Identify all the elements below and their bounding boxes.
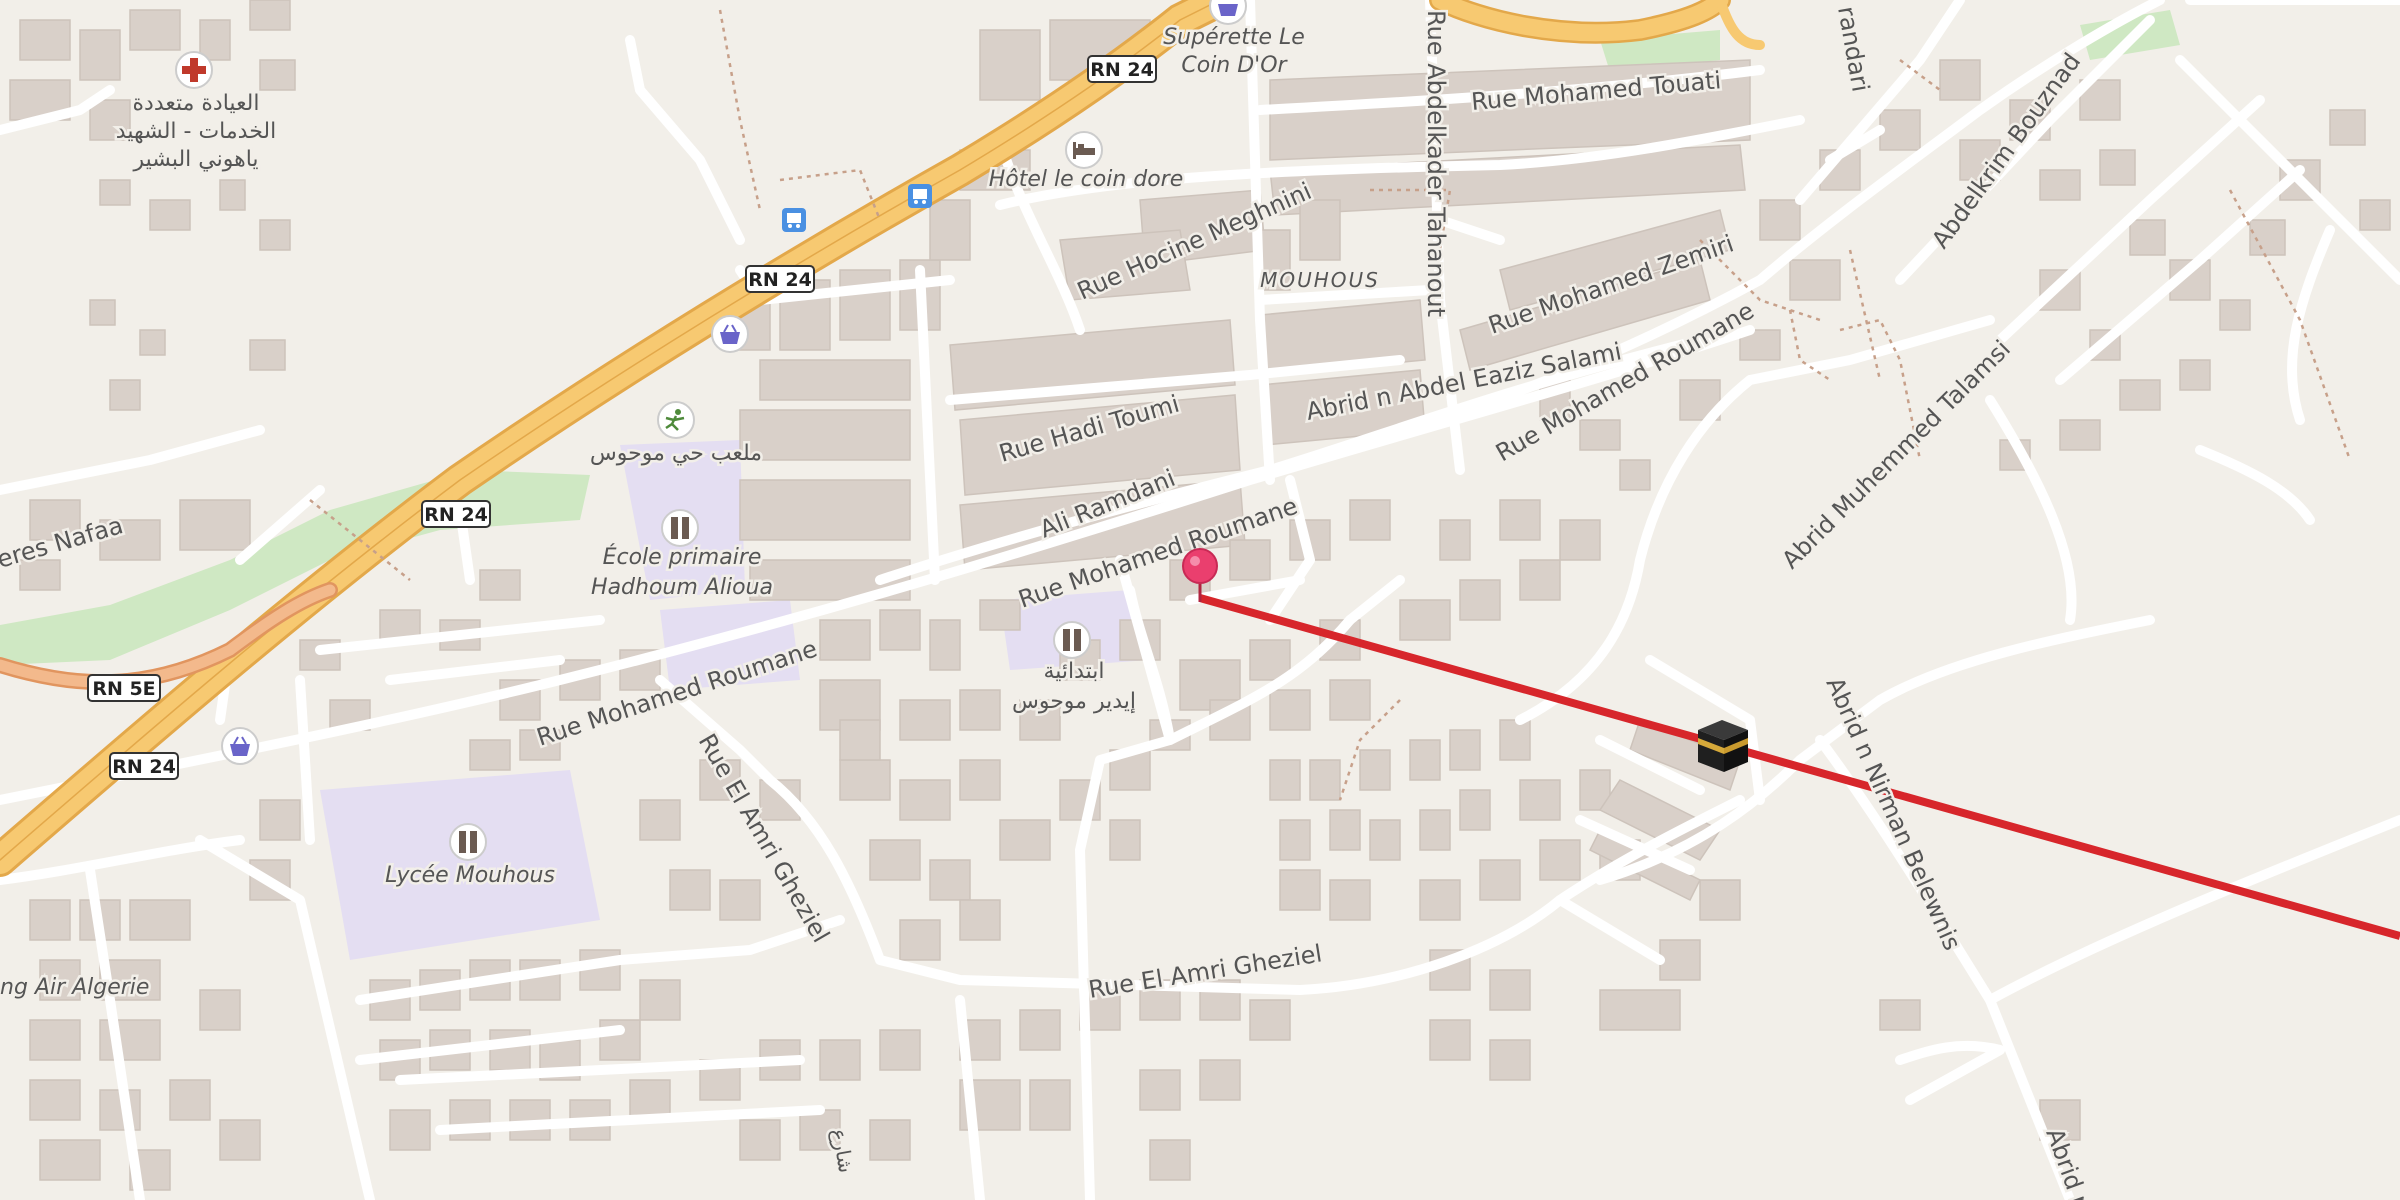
street-label: Rue Abdelkader Tahanout [1422,10,1450,317]
school-icon[interactable] [1053,621,1091,659]
poi-label-ecole: École primaire [603,544,762,570]
poi-label-superette: Supérette Le [1163,25,1305,50]
road-shield: RN 24 [745,265,815,293]
school-icon[interactable] [661,509,699,547]
poi-label-ibtidaiya: إيدير موحوس [1012,689,1136,714]
bus-stop-icon[interactable] [782,208,806,232]
poi-label-ibtidaiya: ابتدائية [1043,659,1104,684]
poi-label-clinic: العيادة متعددة [133,91,260,116]
poi-label-lycee: Lycée Mouhous [385,863,555,888]
svg-text:RN 5E: RN 5E [92,678,155,700]
street-label: ng Air Algerie [0,975,149,1000]
shopping-basket-icon[interactable] [221,727,259,765]
poi-label-playground: ملعب حي موحوس [590,441,762,466]
school-icon[interactable] [449,823,487,861]
poi-label-ecole: Hadhoum Alioua [591,575,773,600]
bed-icon[interactable] [1065,131,1103,169]
svg-text:RN 24: RN 24 [112,756,176,778]
neighborhood-label-mouhous: MOUHOUS [1260,268,1380,292]
road-shield: RN 24 [1087,55,1157,83]
shopping-basket-icon[interactable] [711,315,749,353]
road-shield: RN 24 [109,752,179,780]
map-svg[interactable]: RN 24 RN 24 RN 24 RN 5E RN 24 Rue Mohame… [0,0,2400,1200]
road-shield: RN 24 [421,500,491,528]
poi-label-superette: Coin D'Or [1181,53,1288,78]
svg-text:RN 24: RN 24 [748,269,812,291]
poi-label-clinic: ياهوني البشير [132,147,258,172]
poi-label-hotel: Hôtel le coin dore [989,167,1184,192]
poi-label-clinic: الخدمات - الشهيد [116,119,276,144]
kaaba-icon[interactable] [1698,720,1748,772]
playground-icon[interactable] [657,401,695,439]
svg-text:RN 24: RN 24 [424,504,488,526]
road-shield: RN 5E [87,674,161,702]
hospital-icon[interactable] [175,51,213,89]
svg-text:RN 24: RN 24 [1090,59,1154,81]
map-canvas[interactable]: RN 24 RN 24 RN 24 RN 5E RN 24 Rue Mohame… [0,0,2400,1200]
bus-stop-icon[interactable] [908,184,932,208]
